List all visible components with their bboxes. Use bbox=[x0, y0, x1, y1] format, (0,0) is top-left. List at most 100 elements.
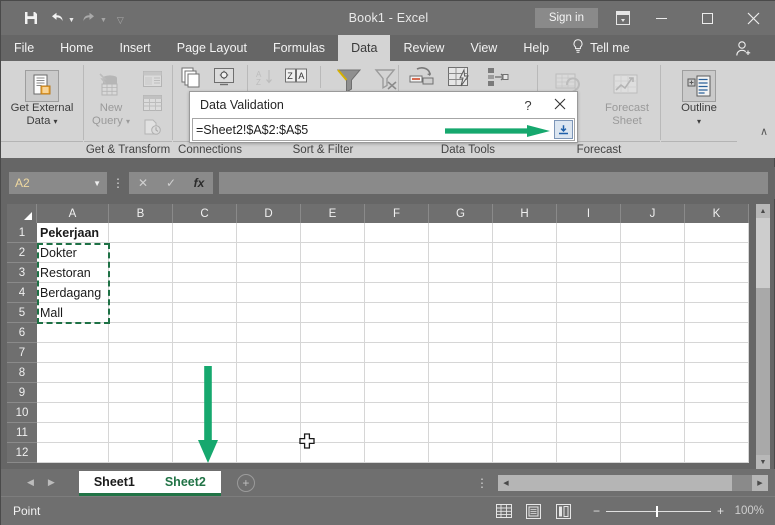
cell-B12[interactable] bbox=[109, 443, 173, 463]
save-icon[interactable] bbox=[19, 7, 43, 29]
cell-I8[interactable] bbox=[557, 363, 621, 383]
cell-B6[interactable] bbox=[109, 323, 173, 343]
sort-ascending-icon[interactable]: AZ bbox=[252, 66, 278, 88]
customize-qat-icon[interactable]: ▽ bbox=[117, 15, 124, 26]
cell-A3[interactable]: Restoran bbox=[37, 263, 109, 283]
maximize-icon[interactable] bbox=[684, 1, 730, 35]
column-header-E[interactable]: E bbox=[301, 204, 365, 223]
cell-K8[interactable] bbox=[685, 363, 749, 383]
cell-K11[interactable] bbox=[685, 423, 749, 443]
cell-D12[interactable] bbox=[237, 443, 301, 463]
cell-B2[interactable] bbox=[109, 243, 173, 263]
cell-I6[interactable] bbox=[557, 323, 621, 343]
sort-descending-icon[interactable]: ZA bbox=[284, 66, 310, 88]
tab-view[interactable]: View bbox=[457, 35, 510, 61]
cell-F3[interactable] bbox=[365, 263, 429, 283]
cell-J10[interactable] bbox=[621, 403, 685, 423]
cell-F7[interactable] bbox=[365, 343, 429, 363]
cell-I7[interactable] bbox=[557, 343, 621, 363]
column-header-H[interactable]: H bbox=[493, 204, 557, 223]
cell-C7[interactable] bbox=[173, 343, 237, 363]
cell-F5[interactable] bbox=[365, 303, 429, 323]
cell-D7[interactable] bbox=[237, 343, 301, 363]
data-validation-icon[interactable] bbox=[485, 66, 511, 88]
cell-H3[interactable] bbox=[493, 263, 557, 283]
cell-F1[interactable] bbox=[365, 223, 429, 243]
cell-B4[interactable] bbox=[109, 283, 173, 303]
cell-I4[interactable] bbox=[557, 283, 621, 303]
cell-K7[interactable] bbox=[685, 343, 749, 363]
cell-J11[interactable] bbox=[621, 423, 685, 443]
cell-A9[interactable] bbox=[37, 383, 109, 403]
cell-F11[interactable] bbox=[365, 423, 429, 443]
cell-E2[interactable] bbox=[301, 243, 365, 263]
cell-B9[interactable] bbox=[109, 383, 173, 403]
cell-F10[interactable] bbox=[365, 403, 429, 423]
sheet-prev-icon[interactable]: ◀ bbox=[27, 477, 34, 488]
dialog-close-button[interactable] bbox=[543, 97, 577, 113]
tab-page-layout[interactable]: Page Layout bbox=[164, 35, 260, 61]
get-external-data-caret-icon[interactable]: ▾ bbox=[54, 117, 58, 126]
column-header-J[interactable]: J bbox=[621, 204, 685, 223]
cell-G3[interactable] bbox=[429, 263, 493, 283]
cell-G1[interactable] bbox=[429, 223, 493, 243]
cell-G11[interactable] bbox=[429, 423, 493, 443]
cell-G12[interactable] bbox=[429, 443, 493, 463]
cell-H4[interactable] bbox=[493, 283, 557, 303]
redo-dropdown-caret-icon[interactable]: ▼ bbox=[100, 17, 107, 24]
filter-icon[interactable] bbox=[331, 66, 365, 94]
flash-fill-icon[interactable] bbox=[447, 66, 473, 88]
cell-G6[interactable] bbox=[429, 323, 493, 343]
cell-C5[interactable] bbox=[173, 303, 237, 323]
from-table-icon[interactable] bbox=[139, 92, 165, 114]
row-header-1[interactable]: 1 bbox=[7, 223, 37, 243]
cell-D9[interactable] bbox=[237, 383, 301, 403]
row-header-6[interactable]: 6 bbox=[7, 323, 37, 343]
cell-J6[interactable] bbox=[621, 323, 685, 343]
cell-A11[interactable] bbox=[37, 423, 109, 443]
cell-A12[interactable] bbox=[37, 443, 109, 463]
sign-in-button[interactable]: Sign in bbox=[534, 8, 598, 28]
minimize-icon[interactable] bbox=[638, 1, 684, 35]
hscroll-right-icon[interactable]: ▶ bbox=[752, 474, 768, 491]
zoom-slider[interactable] bbox=[605, 505, 711, 517]
row-header-2[interactable]: 2 bbox=[7, 243, 37, 263]
cell-H8[interactable] bbox=[493, 363, 557, 383]
cell-I3[interactable] bbox=[557, 263, 621, 283]
sheet-next-icon[interactable]: ▶ bbox=[48, 477, 55, 488]
cell-J5[interactable] bbox=[621, 303, 685, 323]
cell-J7[interactable] bbox=[621, 343, 685, 363]
cell-F4[interactable] bbox=[365, 283, 429, 303]
scroll-down-icon[interactable]: ▼ bbox=[756, 455, 770, 469]
column-header-F[interactable]: F bbox=[365, 204, 429, 223]
cell-A1[interactable]: Pekerjaan bbox=[37, 223, 109, 243]
cell-G2[interactable] bbox=[429, 243, 493, 263]
cell-C6[interactable] bbox=[173, 323, 237, 343]
zoom-out-button[interactable]: − bbox=[593, 504, 600, 518]
cell-H2[interactable] bbox=[493, 243, 557, 263]
column-header-C[interactable]: C bbox=[173, 204, 237, 223]
cell-A8[interactable] bbox=[37, 363, 109, 383]
cell-E8[interactable] bbox=[301, 363, 365, 383]
cell-I5[interactable] bbox=[557, 303, 621, 323]
cell-J1[interactable] bbox=[621, 223, 685, 243]
account-person-icon[interactable] bbox=[735, 35, 775, 61]
cell-G9[interactable] bbox=[429, 383, 493, 403]
cell-H11[interactable] bbox=[493, 423, 557, 443]
cell-H7[interactable] bbox=[493, 343, 557, 363]
cell-H10[interactable] bbox=[493, 403, 557, 423]
cell-B8[interactable] bbox=[109, 363, 173, 383]
get-external-data-button[interactable]: Get External Data ▾ bbox=[5, 66, 79, 128]
cell-C2[interactable] bbox=[173, 243, 237, 263]
normal-view-icon[interactable] bbox=[489, 500, 519, 522]
tab-review[interactable]: Review bbox=[390, 35, 457, 61]
cell-E3[interactable] bbox=[301, 263, 365, 283]
cell-D10[interactable] bbox=[237, 403, 301, 423]
cell-B7[interactable] bbox=[109, 343, 173, 363]
dialog-help-button[interactable]: ? bbox=[513, 98, 543, 113]
cell-G8[interactable] bbox=[429, 363, 493, 383]
cell-D11[interactable] bbox=[237, 423, 301, 443]
row-header-8[interactable]: 8 bbox=[7, 363, 37, 383]
cell-A7[interactable] bbox=[37, 343, 109, 363]
cell-K4[interactable] bbox=[685, 283, 749, 303]
